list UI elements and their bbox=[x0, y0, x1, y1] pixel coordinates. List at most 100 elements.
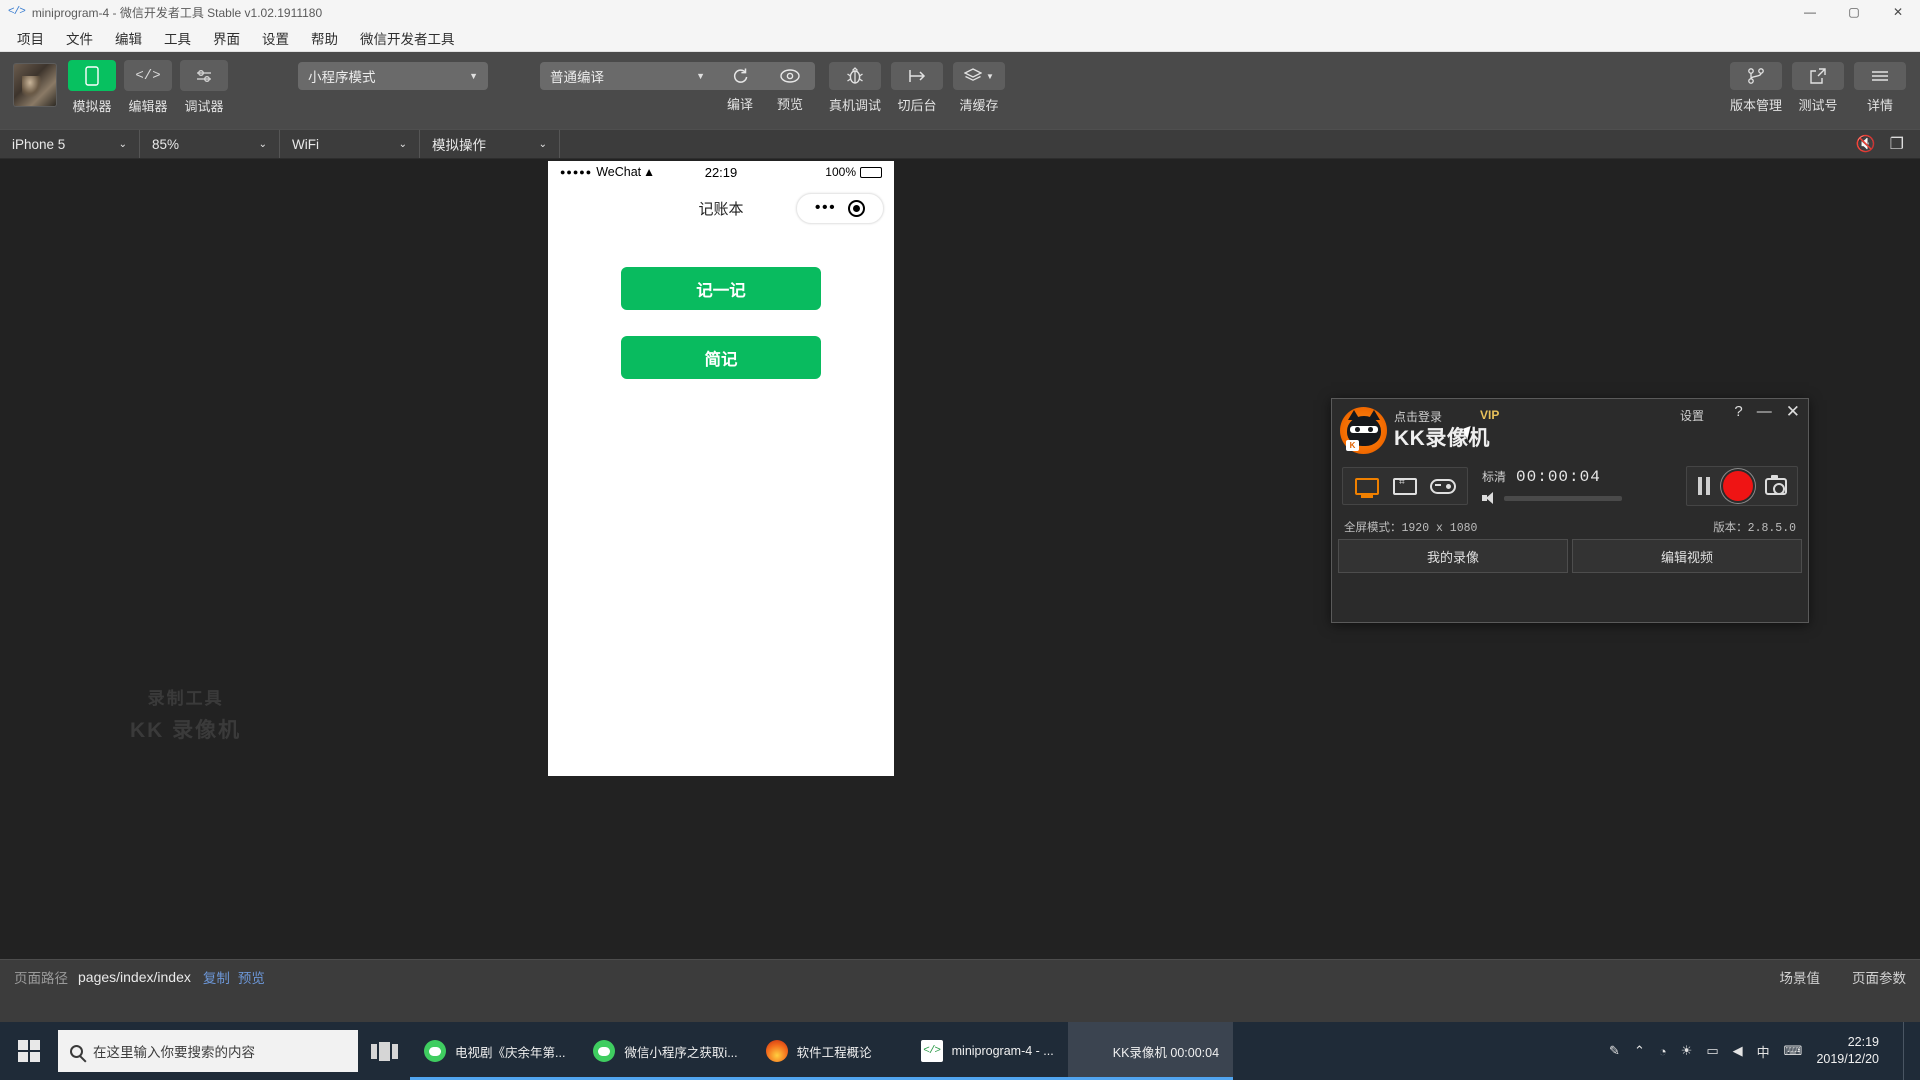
task-tv-drama[interactable]: 电视剧《庆余年第... bbox=[410, 1022, 579, 1080]
clear-cache-label: 清缓存 bbox=[960, 95, 999, 114]
compile-mode-select[interactable]: 普通编译 ▼ bbox=[540, 62, 715, 90]
ide-status-bar: 页面路径 pages/index/index 复制 预览 场景值 页面参数 bbox=[0, 959, 1920, 993]
weather-icon[interactable]: ☀ bbox=[1681, 1043, 1693, 1059]
flame-icon bbox=[766, 1040, 788, 1062]
menu-project[interactable]: 项目 bbox=[6, 25, 55, 51]
compile-preview-group bbox=[715, 62, 815, 90]
device-select[interactable]: iPhone 5 ⌄ bbox=[0, 130, 140, 158]
chevron-up-icon[interactable]: ⌃ bbox=[1634, 1043, 1645, 1059]
search-input[interactable]: 在这里输入你要搜索的内容 bbox=[58, 1030, 358, 1072]
quick-note-button[interactable]: 简记 bbox=[621, 336, 821, 379]
fullscreen-mode-icon[interactable] bbox=[1353, 474, 1381, 498]
watermark-line-2: KK 录像机 bbox=[130, 714, 241, 744]
task-kk-recorder[interactable]: KK录像机 00:00:04 bbox=[1068, 1022, 1233, 1080]
task-software-engineering[interactable]: 软件工程概论 bbox=[752, 1022, 907, 1080]
version-management-button[interactable]: 版本管理 bbox=[1730, 60, 1782, 114]
wechat-capsule[interactable]: ••• bbox=[796, 193, 884, 224]
app-icon: </> bbox=[8, 6, 25, 18]
page-params-button[interactable]: 页面参数 bbox=[1852, 967, 1906, 987]
chevron-down-icon: ⌄ bbox=[103, 139, 127, 150]
split-panel-icon[interactable]: ❐ bbox=[1890, 134, 1904, 154]
kk-quality-label[interactable]: 标清 bbox=[1482, 468, 1506, 485]
layers-icon: ▼ bbox=[953, 62, 1005, 90]
region-mode-icon[interactable] bbox=[1391, 474, 1419, 498]
kk-brand-title: KK录像机 bbox=[1394, 422, 1490, 452]
copy-path-link[interactable]: 复制 bbox=[203, 967, 230, 987]
details-button[interactable]: 详情 bbox=[1854, 60, 1906, 114]
camera-icon[interactable] bbox=[1765, 478, 1787, 495]
editor-toggle[interactable]: </> 编辑器 bbox=[124, 60, 172, 115]
start-button[interactable] bbox=[0, 1022, 58, 1080]
external-link-icon bbox=[1792, 62, 1844, 90]
task-miniprogram-article[interactable]: 微信小程序之获取i... bbox=[579, 1022, 751, 1080]
preview-path-link[interactable]: 预览 bbox=[238, 967, 265, 987]
kk-minimize-button[interactable]: — bbox=[1757, 404, 1772, 419]
show-desktop-button[interactable] bbox=[1903, 1022, 1910, 1080]
phone-clock: 22:19 bbox=[548, 165, 894, 180]
bug-icon bbox=[829, 62, 881, 90]
pen-tray-icon[interactable]: ✎ bbox=[1609, 1043, 1620, 1059]
device-select-value: iPhone 5 bbox=[12, 137, 65, 152]
chevron-down-icon: ▼ bbox=[469, 71, 478, 81]
kk-recorder-window: K 点击登录 VIP KK录像机 设置 ? — ✕ 标清 00:00: bbox=[1331, 398, 1809, 623]
help-button[interactable]: ? bbox=[1734, 404, 1742, 419]
maximize-button[interactable]: ▢ bbox=[1832, 0, 1876, 24]
kk-close-button[interactable]: ✕ bbox=[1786, 403, 1800, 420]
simulate-action-select[interactable]: 模拟操作 ⌄ bbox=[420, 130, 560, 158]
simulator-toggle[interactable]: 模拟器 bbox=[68, 60, 116, 115]
task-view-button[interactable] bbox=[358, 1022, 410, 1080]
edit-video-button[interactable]: 编辑视频 bbox=[1572, 539, 1802, 573]
record-entry-button[interactable]: 记一记 bbox=[621, 267, 821, 310]
kk-record-group bbox=[1686, 466, 1798, 506]
game-mode-icon[interactable] bbox=[1429, 474, 1457, 498]
menu-edit[interactable]: 编辑 bbox=[104, 25, 153, 51]
compile-button[interactable] bbox=[715, 62, 765, 90]
ime-keyboard-icon[interactable]: ⌨ bbox=[1784, 1043, 1803, 1059]
hamburger-icon bbox=[1854, 62, 1906, 90]
clear-cache-button[interactable]: ▼ 清缓存 bbox=[953, 60, 1005, 114]
phone-frame: ●●●●● WeChat ▲ 22:19 100% 记账本 ••• bbox=[548, 161, 894, 776]
taskbar-clock[interactable]: 22:19 2019/12/20 bbox=[1816, 1034, 1889, 1068]
system-tray: ✎ ⌃ ◔ ☀ ▭ ◀ 中 ⌨ 22:19 2019/12/20 bbox=[1609, 1022, 1920, 1080]
mode-select[interactable]: 小程序模式 ▼ bbox=[298, 62, 488, 90]
mute-speaker-icon[interactable]: 🔇 bbox=[1856, 134, 1876, 154]
volume-tray-icon[interactable]: ◀ bbox=[1733, 1043, 1743, 1059]
test-account-button[interactable]: 测试号 bbox=[1792, 60, 1844, 114]
scale-select[interactable]: 85% ⌄ bbox=[140, 130, 280, 158]
record-button-icon[interactable] bbox=[1723, 471, 1753, 501]
target-circle-icon[interactable] bbox=[848, 200, 865, 217]
mode-select-value: 小程序模式 bbox=[308, 66, 376, 86]
menu-help[interactable]: 帮助 bbox=[300, 25, 349, 51]
speaker-icon[interactable] bbox=[1482, 492, 1498, 504]
battery-tray-icon[interactable]: ▭ bbox=[1706, 1043, 1718, 1059]
menu-file[interactable]: 文件 bbox=[55, 25, 104, 51]
page-path-label: 页面路径 bbox=[14, 967, 68, 987]
kk-vip-label[interactable]: VIP bbox=[1480, 408, 1499, 422]
preview-button[interactable] bbox=[765, 62, 815, 90]
volume-slider[interactable] bbox=[1504, 496, 1622, 501]
minimize-button[interactable]: — bbox=[1788, 0, 1832, 24]
network-shield-icon[interactable]: ◔ bbox=[1659, 1044, 1667, 1059]
pause-icon[interactable] bbox=[1697, 477, 1711, 495]
network-select[interactable]: WiFi ⌄ bbox=[280, 130, 420, 158]
task-miniprogram-devtools[interactable]: </> miniprogram-4 - ... bbox=[907, 1022, 1068, 1080]
background-label: 切后台 bbox=[898, 95, 937, 114]
my-recordings-button[interactable]: 我的录像 bbox=[1338, 539, 1568, 573]
scene-value-button[interactable]: 场景值 bbox=[1780, 967, 1821, 987]
menu-ui[interactable]: 界面 bbox=[202, 25, 251, 51]
menu-devtools[interactable]: 微信开发者工具 bbox=[349, 25, 466, 51]
kk-settings-link[interactable]: 设置 bbox=[1680, 407, 1704, 424]
close-button[interactable]: ✕ bbox=[1876, 0, 1920, 24]
kk-info-row: 全屏模式：1920 x 1080 版本：2.8.5.0 bbox=[1332, 515, 1808, 539]
menu-settings[interactable]: 设置 bbox=[251, 25, 300, 51]
kk-timer: 00:00:04 bbox=[1516, 468, 1601, 486]
debugger-toggle[interactable]: 调试器 bbox=[180, 60, 228, 115]
wechat-icon bbox=[424, 1040, 446, 1062]
menu-tools[interactable]: 工具 bbox=[153, 25, 202, 51]
ime-chinese-icon[interactable]: 中 bbox=[1757, 1042, 1770, 1061]
background-button[interactable]: 切后台 bbox=[891, 60, 943, 114]
avatar[interactable] bbox=[14, 64, 56, 106]
task-label: 软件工程概论 bbox=[797, 1042, 872, 1061]
version-branch-icon bbox=[1730, 62, 1782, 90]
real-device-debug-button[interactable]: 真机调试 bbox=[829, 60, 881, 114]
